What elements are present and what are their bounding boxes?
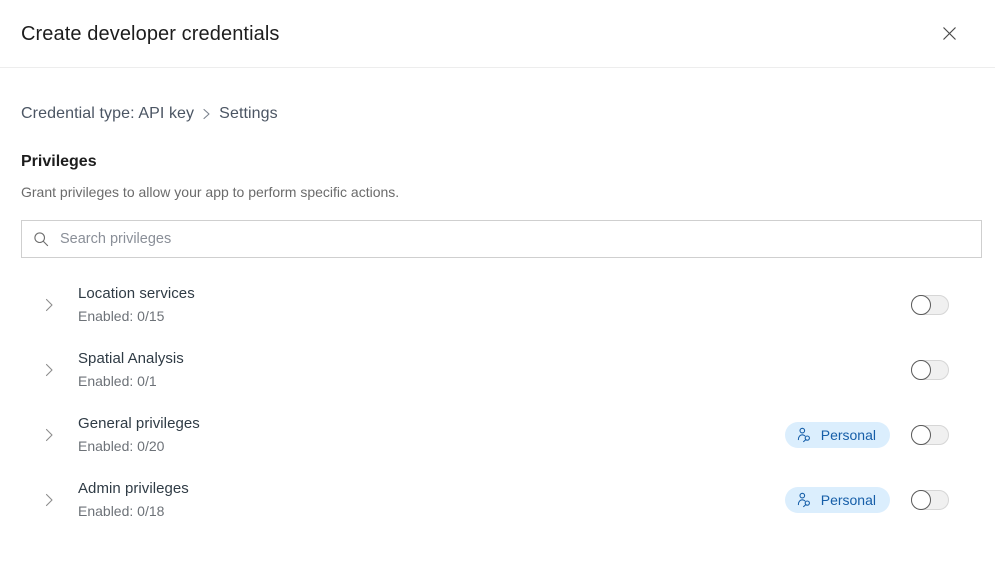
user-key-icon bbox=[796, 426, 813, 443]
breadcrumb: Credential type: API key Settings bbox=[21, 104, 978, 124]
privilege-row-controls bbox=[719, 294, 978, 315]
privilege-toggle[interactable] bbox=[911, 489, 949, 510]
status-badge-personal: Personal bbox=[784, 421, 890, 448]
privileges-list: Location services Enabled: 0/15 Spatial … bbox=[21, 272, 978, 532]
search-privileges-field[interactable] bbox=[21, 220, 982, 258]
privilege-row-spatial-analysis[interactable]: Spatial Analysis Enabled: 0/1 bbox=[21, 337, 978, 402]
toggle-knob bbox=[911, 489, 931, 510]
privilege-enabled-count: Enabled: 0/20 bbox=[78, 438, 165, 454]
privilege-name: Admin privileges bbox=[78, 480, 189, 497]
search-icon bbox=[22, 231, 60, 247]
status-badge-label: Personal bbox=[820, 491, 876, 508]
create-developer-credentials-dialog: Create developer credentials Credential … bbox=[0, 0, 995, 585]
toggle-knob bbox=[911, 424, 931, 445]
privilege-enabled-count: Enabled: 0/18 bbox=[78, 503, 165, 519]
close-icon bbox=[942, 26, 957, 41]
chevron-right-icon bbox=[202, 108, 211, 120]
dialog-header: Create developer credentials bbox=[0, 0, 995, 68]
privilege-row-location-services[interactable]: Location services Enabled: 0/15 bbox=[21, 272, 978, 337]
expand-chevron-right-icon[interactable] bbox=[32, 363, 66, 377]
privilege-row-general-privileges[interactable]: General privileges Enabled: 0/20 Persona… bbox=[21, 402, 978, 467]
status-badge-label: Personal bbox=[820, 426, 876, 443]
privilege-toggle[interactable] bbox=[911, 424, 949, 445]
privilege-row-text: Location services Enabled: 0/15 bbox=[78, 284, 719, 325]
expand-chevron-right-icon[interactable] bbox=[32, 298, 66, 312]
dialog-body: Credential type: API key Settings Privil… bbox=[0, 68, 995, 585]
privilege-enabled-count: Enabled: 0/15 bbox=[78, 308, 165, 324]
privilege-enabled-count: Enabled: 0/1 bbox=[78, 373, 157, 389]
privilege-toggle[interactable] bbox=[911, 359, 949, 380]
privilege-row-controls bbox=[719, 359, 978, 380]
privilege-row-text: General privileges Enabled: 0/20 bbox=[78, 414, 719, 455]
privilege-row-controls: Personal bbox=[719, 421, 978, 448]
search-input[interactable] bbox=[60, 221, 981, 257]
privilege-name: General privileges bbox=[78, 415, 200, 432]
privilege-row-admin-privileges[interactable]: Admin privileges Enabled: 0/18 Personal bbox=[21, 467, 978, 532]
privileges-description: Grant privileges to allow your app to pe… bbox=[21, 184, 400, 200]
privilege-name: Spatial Analysis bbox=[78, 350, 184, 367]
page-title: Create developer credentials bbox=[21, 22, 280, 45]
privileges-heading: Privileges bbox=[21, 153, 97, 170]
expand-chevron-right-icon[interactable] bbox=[32, 428, 66, 442]
toggle-knob bbox=[911, 294, 931, 315]
privilege-row-controls: Personal bbox=[719, 486, 978, 513]
close-button[interactable] bbox=[933, 18, 965, 50]
privilege-toggle[interactable] bbox=[911, 294, 949, 315]
privilege-row-text: Spatial Analysis Enabled: 0/1 bbox=[78, 349, 719, 390]
toggle-knob bbox=[911, 359, 931, 380]
privilege-name: Location services bbox=[78, 285, 195, 302]
expand-chevron-right-icon[interactable] bbox=[32, 493, 66, 507]
privilege-row-text: Admin privileges Enabled: 0/18 bbox=[78, 479, 719, 520]
breadcrumb-item-settings[interactable]: Settings bbox=[219, 104, 278, 124]
user-key-icon bbox=[796, 491, 813, 508]
breadcrumb-item-credential-type[interactable]: Credential type: API key bbox=[21, 104, 194, 124]
status-badge-personal: Personal bbox=[784, 486, 890, 513]
